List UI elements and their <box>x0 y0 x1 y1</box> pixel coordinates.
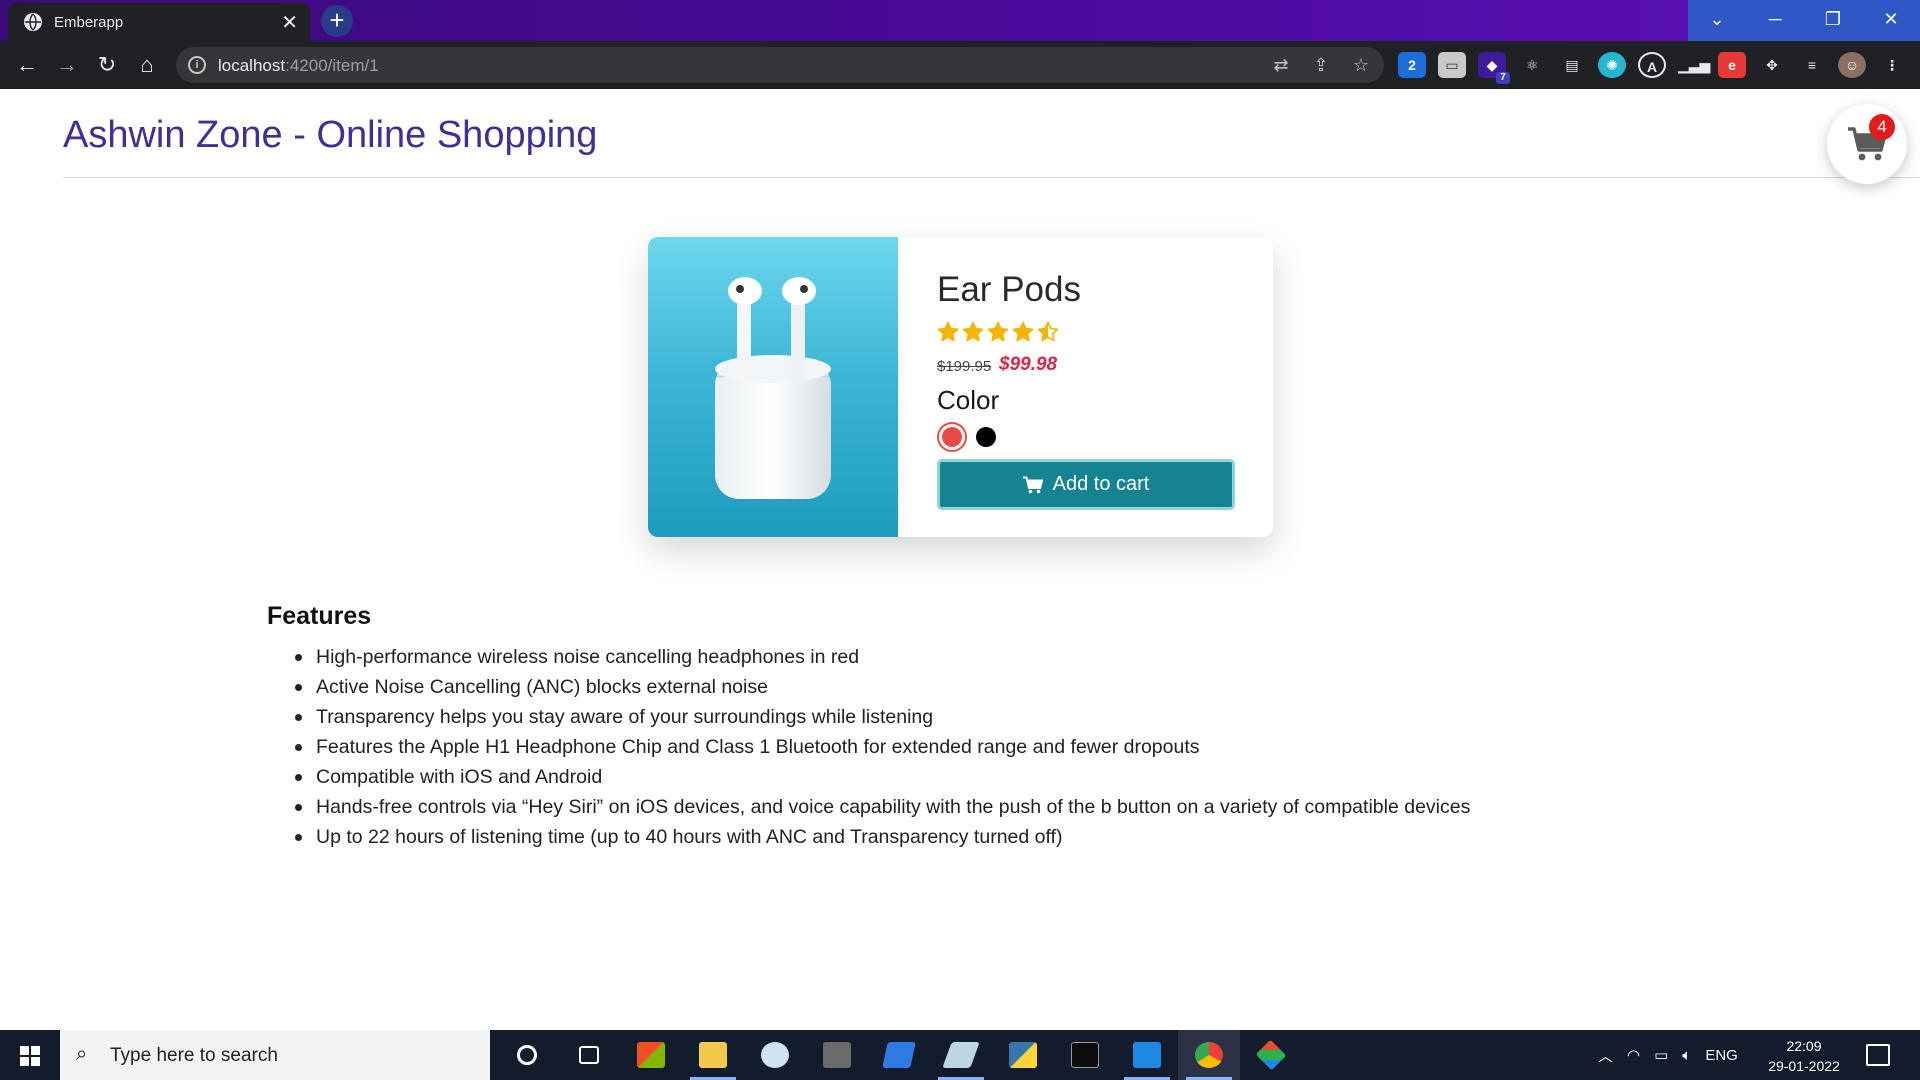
new-tab-button[interactable]: + <box>321 5 353 37</box>
product-image <box>648 237 898 537</box>
task-view-icon[interactable] <box>558 1030 620 1080</box>
cart-icon <box>1022 476 1043 493</box>
cart-count-badge: 4 <box>1869 114 1895 140</box>
python-icon[interactable] <box>992 1030 1054 1080</box>
windows-taskbar: ⌕ Type here to search ︿ ◠ ▭ 🔈︎ ENG 22:09… <box>0 1030 1920 1080</box>
extensions-puzzle-icon[interactable]: ✥ <box>1758 52 1786 78</box>
clock[interactable]: 22:09 29-01-2022 <box>1768 1036 1840 1076</box>
language-indicator[interactable]: ENG <box>1705 1047 1738 1064</box>
back-arrow-icon[interactable]: ← <box>12 50 42 80</box>
star-full-icon <box>937 321 959 342</box>
system-tray: ︿ ◠ ▭ 🔈︎ ENG <box>1598 1030 1738 1080</box>
calculator-icon[interactable] <box>806 1030 868 1080</box>
add-to-cart-label: Add to cart <box>1052 473 1150 495</box>
terminal-icon[interactable] <box>1054 1030 1116 1080</box>
start-button[interactable] <box>0 1030 60 1080</box>
share-icon[interactable]: ⇪ <box>1308 53 1334 77</box>
extension-number-icon[interactable]: 2 <box>1398 52 1426 78</box>
angular-devtools-icon[interactable]: A <box>1638 52 1666 78</box>
extension-window-icon[interactable]: ▭ <box>1438 52 1466 78</box>
search-placeholder: Type here to search <box>110 1045 278 1066</box>
network-icon[interactable]: ◠ <box>1627 1046 1640 1064</box>
feature-item: Transparency helps you stay aware of you… <box>267 702 1470 732</box>
profile-avatar[interactable]: ☺ <box>1838 52 1866 78</box>
file-explorer-icon[interactable] <box>682 1030 744 1080</box>
chrome-icon[interactable] <box>1178 1030 1240 1080</box>
extension-doc-icon[interactable]: ▤ <box>1558 52 1586 78</box>
reload-icon[interactable]: ↻ <box>92 50 122 80</box>
battery-icon[interactable]: ▭ <box>1654 1046 1668 1064</box>
color-label: Color <box>937 385 1000 415</box>
volume-icon[interactable]: 🔈︎ <box>1682 1047 1691 1064</box>
extension-chart-icon[interactable]: ▁▃▅ <box>1678 52 1710 78</box>
header-divider <box>63 177 1920 178</box>
store-icon[interactable] <box>620 1030 682 1080</box>
notifications-icon[interactable] <box>1866 1044 1890 1066</box>
window-controls: ⌄ ─ ❐ ✕ <box>1688 0 1920 41</box>
close-tab-icon[interactable]: ✕ <box>281 10 298 35</box>
feature-item: Hands-free controls via “Hey Siri” on iO… <box>267 792 1470 822</box>
translate-icon[interactable]: ⇄ <box>1268 53 1294 77</box>
paint-icon[interactable] <box>744 1030 806 1080</box>
cart-button[interactable] <box>1827 104 1907 184</box>
features-heading: Features <box>267 602 372 630</box>
site-title[interactable]: Ashwin Zone - Online Shopping <box>63 114 597 157</box>
extension-gear-icon[interactable]: ✺ <box>1598 52 1626 78</box>
pen-icon[interactable] <box>930 1030 992 1080</box>
clock-date: 29-01-2022 <box>1768 1058 1840 1074</box>
star-rating <box>937 321 1059 343</box>
extension-e-icon[interactable]: e <box>1718 52 1746 78</box>
bookmark-star-icon[interactable]: ☆ <box>1348 53 1374 77</box>
original-price: $199.95 <box>937 358 992 375</box>
browser-tab[interactable]: Emberapp ✕ <box>8 3 310 41</box>
react-devtools-icon[interactable]: ⚛ <box>1518 52 1546 78</box>
home-icon[interactable]: ⌂ <box>132 50 162 80</box>
feature-item: Active Noise Cancelling (ANC) blocks ext… <box>267 672 1470 702</box>
sale-price: $99.98 <box>999 354 1058 375</box>
todo-icon[interactable] <box>868 1030 930 1080</box>
forward-arrow-icon[interactable]: → <box>52 50 82 80</box>
media-control-icon[interactable]: ≡ <box>1798 52 1826 78</box>
vscode-icon[interactable] <box>1116 1030 1178 1080</box>
windows-logo-icon <box>20 1046 40 1066</box>
taskbar-search[interactable]: ⌕ Type here to search <box>60 1030 490 1080</box>
address-bar[interactable]: i localhost:4200/item/1 ⇄ ⇪ ☆ <box>176 47 1384 83</box>
cortana-icon[interactable] <box>496 1030 558 1080</box>
extensions-row: 2 ▭ ◆ 7 ⚛ ▤ ✺ A ▁▃▅ e ✥ ≡ ☺ ⋮ <box>1398 52 1906 84</box>
globe-icon <box>24 13 42 31</box>
restore-button[interactable]: ❐ <box>1804 0 1862 41</box>
taskbar-apps <box>496 1030 1302 1080</box>
clock-time: 22:09 <box>1786 1038 1822 1054</box>
git-icon[interactable] <box>1240 1030 1302 1080</box>
close-window-button[interactable]: ✕ <box>1862 0 1920 41</box>
url-text: localhost:4200/item/1 <box>218 56 379 75</box>
add-to-cart-button[interactable]: Add to cart <box>937 459 1235 510</box>
search-icon: ⌕ <box>76 1043 88 1065</box>
selected-dot <box>942 427 962 447</box>
product-card: Ear Pods $199.95 $99.98 Color Add to car… <box>648 237 1273 537</box>
site-info-icon[interactable]: i <box>188 56 206 74</box>
feature-item: Features the Apple H1 Headphone Chip and… <box>267 732 1470 762</box>
extension-cube-icon[interactable]: ◆ 7 <box>1478 52 1510 84</box>
star-full-icon <box>962 321 984 342</box>
star-full-icon <box>1012 321 1034 342</box>
tab-title: Emberapp <box>54 14 124 31</box>
star-half-icon <box>1037 321 1059 342</box>
features-list: High-performance wireless noise cancelli… <box>267 642 1470 852</box>
tab-search-icon[interactable]: ⌄ <box>1688 0 1746 41</box>
browser-tab-bar: Emberapp ✕ + ⌄ ─ ❐ ✕ <box>0 0 1920 41</box>
show-hidden-icons-icon[interactable]: ︿ <box>1598 1045 1613 1066</box>
feature-item: Up to 22 hours of listening time (up to … <box>267 822 1470 852</box>
feature-item: High-performance wireless noise cancelli… <box>267 642 1470 672</box>
browser-menu-icon[interactable]: ⋮ <box>1878 52 1906 78</box>
star-full-icon <box>987 321 1009 342</box>
color-swatch-black[interactable] <box>976 427 996 447</box>
minimize-button[interactable]: ─ <box>1746 0 1804 41</box>
color-swatch-red[interactable] <box>937 422 967 452</box>
product-name: Ear Pods <box>937 270 1081 309</box>
feature-item: Compatible with iOS and Android <box>267 762 1470 792</box>
